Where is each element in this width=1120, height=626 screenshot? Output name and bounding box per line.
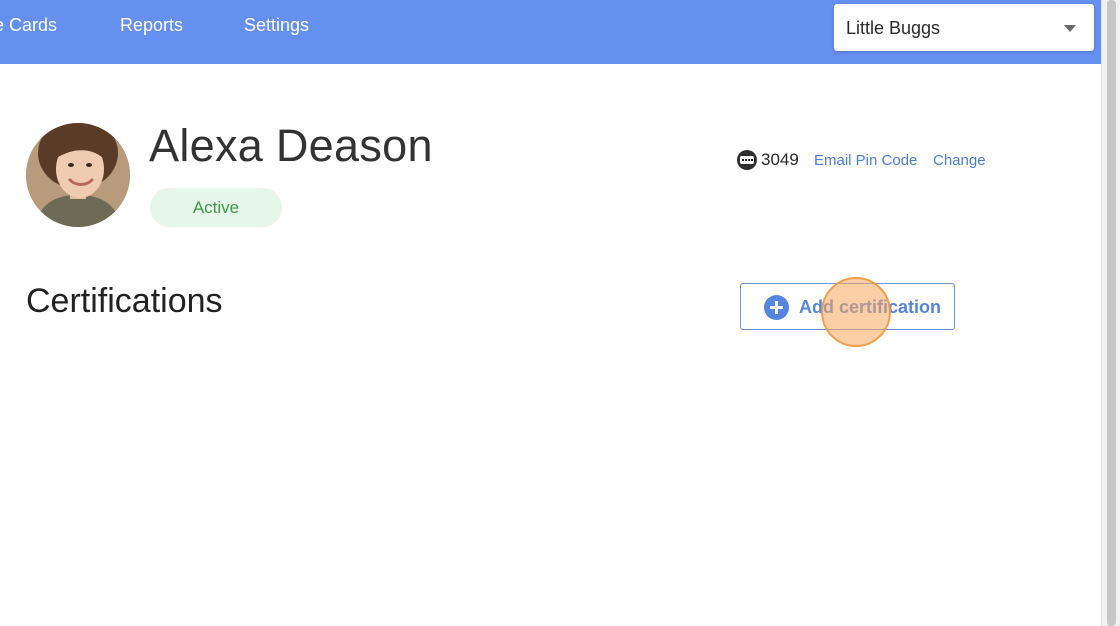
vertical-scrollbar[interactable] — [1101, 0, 1120, 626]
pin-code-icon — [737, 150, 757, 170]
avatar — [26, 123, 130, 227]
nav-item-reports[interactable]: Reports — [120, 15, 183, 36]
change-pin-link[interactable]: Change — [933, 152, 986, 169]
chevron-down-icon — [1064, 25, 1076, 32]
location-select-value: Little Buggs — [846, 18, 941, 38]
plus-circle-icon — [764, 295, 789, 320]
employee-name: Alexa Deason — [149, 120, 433, 171]
page: e Cards Reports Settings Little Buggs Al… — [0, 0, 1120, 626]
add-certification-label: Add certification — [799, 297, 942, 317]
avatar-photo — [26, 123, 130, 227]
location-select[interactable]: Little Buggs — [834, 4, 1094, 51]
email-pin-code-link[interactable]: Email Pin Code — [814, 152, 917, 169]
pin-code-value: 3049 — [761, 150, 799, 169]
scrollbar-thumb[interactable] — [1107, 0, 1116, 626]
top-nav-bar: e Cards Reports Settings Little Buggs — [0, 0, 1101, 64]
status-badge: Active — [150, 188, 282, 227]
add-certification-button[interactable]: Add certification — [740, 283, 955, 330]
nav-item-settings[interactable]: Settings — [244, 15, 309, 36]
nav-item-time-cards[interactable]: e Cards — [0, 15, 57, 36]
certifications-title: Certifications — [26, 282, 223, 320]
